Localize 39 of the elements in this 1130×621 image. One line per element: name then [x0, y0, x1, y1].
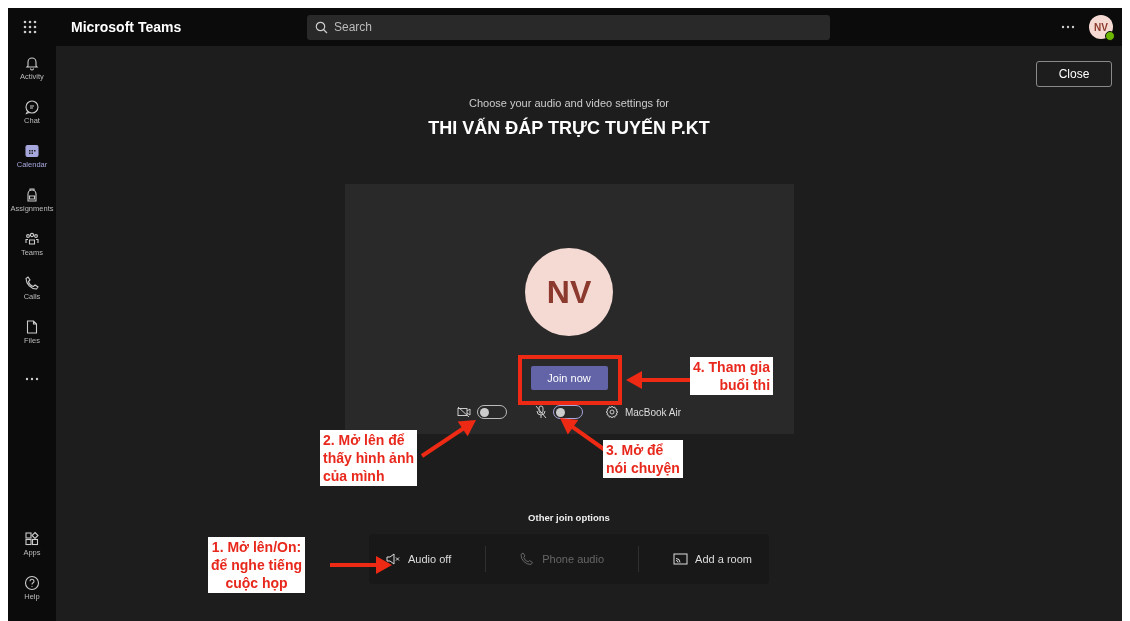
more-icon[interactable]: [25, 377, 39, 381]
bell-icon: [24, 55, 40, 71]
apps-icon: [24, 531, 40, 547]
help-icon: [24, 575, 40, 591]
calendar-icon: [24, 143, 40, 159]
microphone-off-icon: [534, 405, 547, 419]
speaker-muted-icon: [386, 552, 401, 566]
backpack-icon: [24, 187, 40, 203]
phone-icon: [24, 275, 40, 291]
callout-note: 1. Mở lên/On: để nghe tiếng cuộc họp: [208, 537, 305, 593]
settings-icon[interactable]: [604, 405, 619, 419]
profile-avatar[interactable]: NV: [1089, 15, 1113, 39]
phone-icon: [520, 552, 536, 566]
close-button[interactable]: Close: [1036, 61, 1112, 87]
arrow: [420, 420, 476, 458]
meeting-title: THI VẤN ĐÁP TRỰC TUYẾN P.KT: [428, 118, 710, 139]
cast-screen-icon: [673, 552, 689, 566]
camera-off-icon: [456, 406, 471, 418]
app-name: Microsoft Teams: [71, 19, 183, 35]
arrow: [626, 371, 690, 389]
search-field[interactable]: Search: [307, 14, 830, 40]
arrow: [330, 556, 392, 574]
callout-note: 4. Tham gia buổi thi: [690, 357, 774, 395]
chat-icon: [24, 99, 40, 115]
join-option[interactable]: Add a room: [673, 552, 752, 566]
settings-subtitle: Choose your audio and video settings for: [469, 97, 669, 109]
callout-note: 3. Mở để nói chuyện: [603, 440, 683, 478]
people-icon: [24, 231, 40, 247]
more-icon[interactable]: [1061, 25, 1075, 29]
callout-note: 2. Mở lên để thấy hình ảnh của mình: [320, 430, 417, 486]
device-name[interactable]: MacBook Air: [624, 406, 682, 418]
search-icon: [315, 20, 328, 34]
app-launcher-icon[interactable]: [23, 20, 37, 34]
file-icon: [24, 319, 40, 335]
join-option[interactable]: Audio off: [386, 552, 452, 566]
other-options-heading: Other join options: [528, 512, 610, 523]
join-now-button[interactable]: Join now: [530, 366, 608, 390]
user-avatar: NV: [525, 248, 613, 336]
status-dot: [1105, 31, 1115, 41]
